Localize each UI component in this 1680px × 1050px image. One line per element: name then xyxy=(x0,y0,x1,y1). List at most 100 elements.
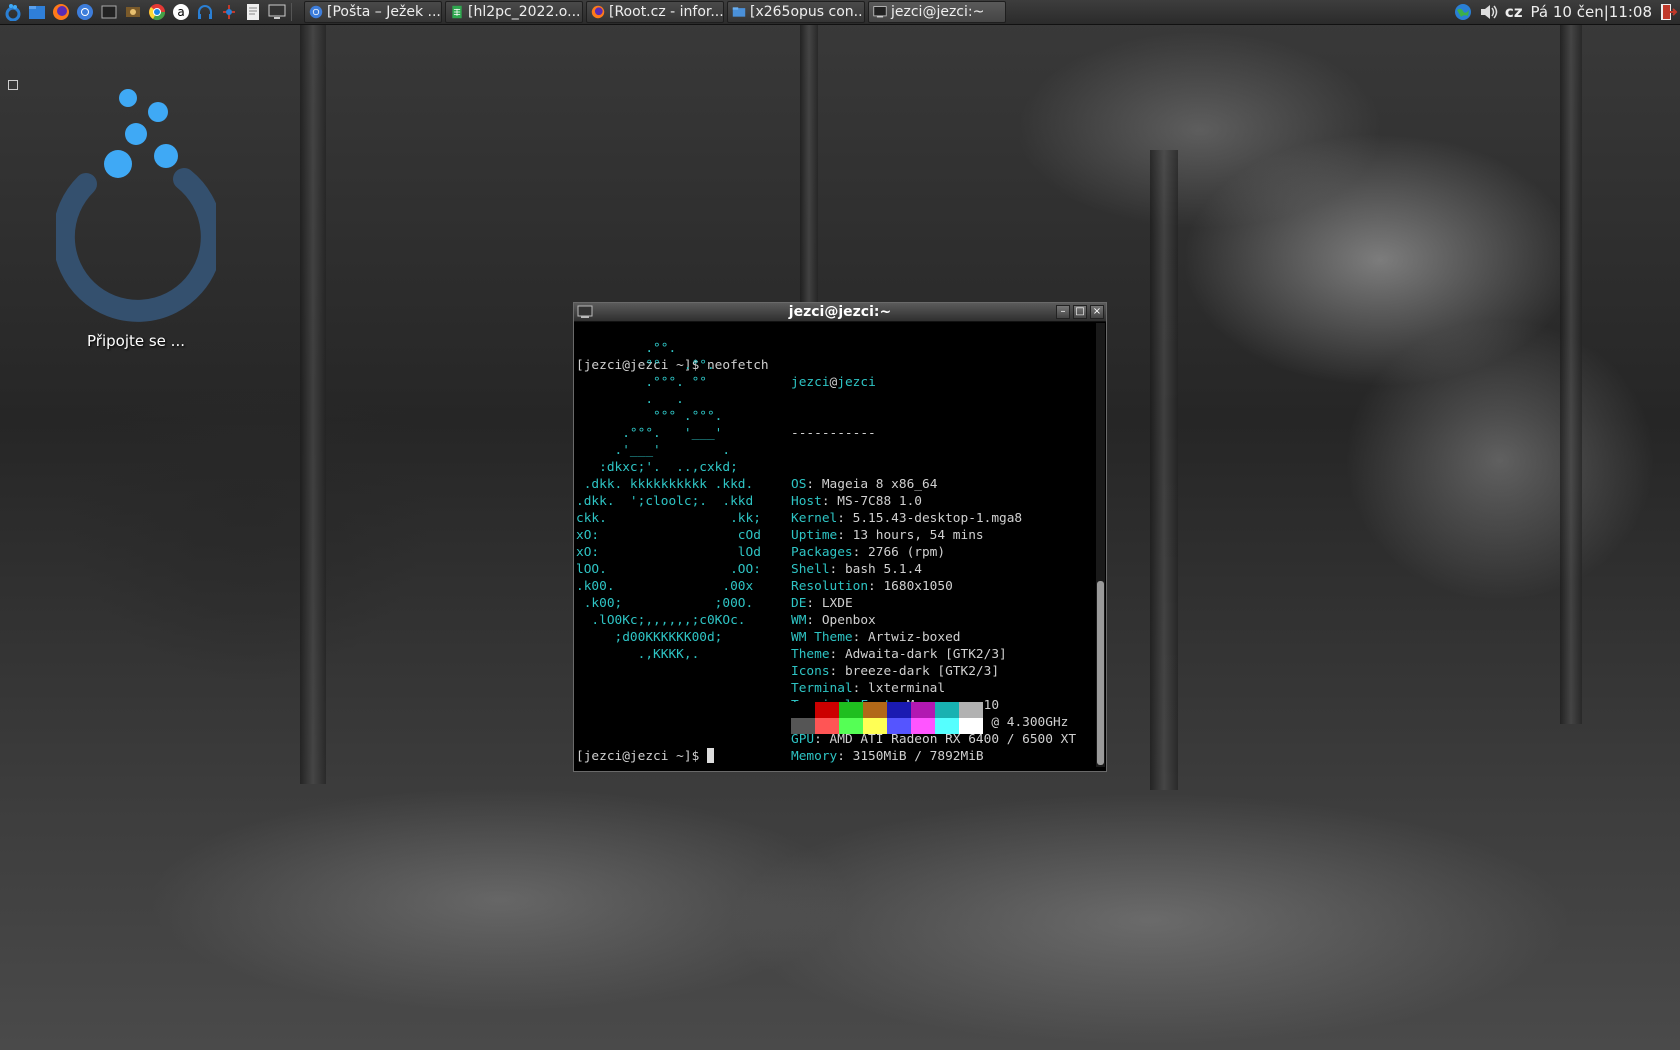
color-swatch xyxy=(791,718,815,734)
color-palette xyxy=(791,702,983,734)
info-value: : 5.15.43-desktop-1.mga8 xyxy=(837,511,1023,526)
ascii-logo-line: . . xyxy=(576,392,684,407)
scrollbar[interactable] xyxy=(1096,323,1105,767)
info-key: Kernel xyxy=(791,511,838,526)
svg-text:a: a xyxy=(177,5,184,19)
tree-trunk xyxy=(300,24,326,784)
text-editor-icon xyxy=(247,4,259,20)
info-value: : breeze-dark [GTK2/3] xyxy=(829,664,1000,679)
info-row: Shell: bash 5.1.4 xyxy=(791,561,1076,578)
distro-ascii-logo: .°°. °° .°°. .°°°. °° . . °°° .°°°. .°°°… xyxy=(576,340,761,663)
ascii-logo-line: xO: lOd xyxy=(576,545,761,560)
amazon-launcher[interactable]: a xyxy=(170,1,192,23)
headphones-icon xyxy=(198,5,212,19)
info-value: : Openbox xyxy=(806,613,876,628)
ascii-logo-line: °° .°°. xyxy=(576,358,715,373)
close-button[interactable]: × xyxy=(1090,305,1104,319)
tree-trunk xyxy=(1560,24,1582,724)
mageia-menu-launcher[interactable] xyxy=(2,1,24,23)
terminal-output[interactable]: [jezci@jezci ~]$ neofetch .°°. °° .°°. .… xyxy=(576,323,1094,767)
ascii-logo-line: .°°°. °° xyxy=(576,375,707,390)
taskbar-button-label: [Pošta – Ježek ... xyxy=(327,4,441,20)
taskbar-button[interactable]: jezci@jezci:~ xyxy=(868,1,1006,23)
info-row: Memory: 3150MiB / 7892MiB xyxy=(791,748,1076,765)
taskbar-button[interactable]: [Pošta – Ježek ... xyxy=(304,1,442,23)
folder-icon xyxy=(732,7,746,17)
files-launcher[interactable] xyxy=(26,1,48,23)
info-row: Host: MS-7C88 1.0 xyxy=(791,493,1076,510)
tree-trunk xyxy=(1150,150,1178,790)
info-key: Resolution xyxy=(791,579,869,594)
color-swatch xyxy=(863,702,887,718)
network-tool-icon xyxy=(223,5,235,19)
prompt: [jezci@jezci ~]$ xyxy=(576,749,707,764)
color-swatch xyxy=(863,718,887,734)
network-tool-launcher[interactable] xyxy=(218,1,240,23)
info-value: : lxterminal xyxy=(852,681,946,696)
volume-icon[interactable] xyxy=(1479,3,1499,21)
monitor-launcher[interactable] xyxy=(266,1,288,23)
maximize-button[interactable]: □ xyxy=(1073,305,1087,319)
color-swatch xyxy=(959,718,983,734)
firefox-icon xyxy=(591,5,605,19)
info-key: Shell xyxy=(791,562,830,577)
ascii-logo-line: .k00. .00x xyxy=(576,579,754,594)
logout-icon[interactable] xyxy=(1658,2,1678,22)
game-launcher[interactable] xyxy=(122,1,144,23)
info-key: Icons xyxy=(791,664,830,679)
window-title: jezci@jezci:~ xyxy=(788,304,892,320)
color-swatch xyxy=(935,702,959,718)
desktop-icon-connect[interactable]: Připojte se ... xyxy=(52,84,223,350)
info-value: : LXDE xyxy=(806,596,853,611)
color-swatch xyxy=(815,702,839,718)
user-host-line: jezci@jezci xyxy=(791,374,1076,391)
chromium-icon xyxy=(309,5,323,19)
taskbar-button-label: jezci@jezci:~ xyxy=(891,4,985,20)
info-row: Terminal: lxterminal xyxy=(791,680,1076,697)
prompt-line[interactable]: [jezci@jezci ~]$ xyxy=(576,748,714,765)
ascii-logo-line: .lO0Kc;,,,,,,;c0KOc. xyxy=(576,613,746,628)
network-globe-icon[interactable] xyxy=(1453,2,1473,22)
taskbar-button-label: [hl2pc_2022.o... xyxy=(468,4,581,20)
keyboard-layout[interactable]: cz xyxy=(1505,3,1523,21)
game-icon xyxy=(126,7,140,17)
headphones-launcher[interactable] xyxy=(194,1,216,23)
info-row: OS: Mageia 8 x86_64 xyxy=(791,476,1076,493)
color-swatch xyxy=(815,718,839,734)
color-swatch xyxy=(959,702,983,718)
info-row: Resolution: 1680x1050 xyxy=(791,578,1076,595)
text-cursor xyxy=(706,748,714,763)
info-key: Packages xyxy=(791,545,853,560)
taskbar-button-label: [Root.cz - infor... xyxy=(609,4,724,20)
text-editor-launcher[interactable] xyxy=(242,1,264,23)
window-titlebar[interactable]: jezci@jezci:~ – □ × xyxy=(574,303,1106,322)
clock[interactable]: Pá 10 čen|11:08 xyxy=(1531,3,1652,21)
chrome-launcher[interactable] xyxy=(146,1,168,23)
system-tray: cz Pá 10 čen|11:08 xyxy=(1447,0,1680,24)
scrollbar-thumb[interactable] xyxy=(1097,581,1104,765)
minimize-button[interactable]: – xyxy=(1056,305,1070,319)
taskbar-button[interactable]: [hl2pc_2022.o... xyxy=(445,1,583,23)
info-value: : Artwiz-boxed xyxy=(852,630,961,645)
taskbar-button[interactable]: [Root.cz - infor... xyxy=(586,1,724,23)
firefox-launcher[interactable] xyxy=(50,1,72,23)
info-value: : 3150MiB / 7892MiB xyxy=(837,749,984,764)
mageia-bubble-icon xyxy=(52,89,223,322)
info-value: : 13 hours, 54 mins xyxy=(837,528,984,543)
host-name: jezci xyxy=(837,375,876,390)
info-row: DE: LXDE xyxy=(791,595,1076,612)
spreadsheet-icon xyxy=(452,5,462,19)
mageia-menu-icon xyxy=(5,4,21,21)
terminal-window[interactable]: jezci@jezci:~ – □ × [jezci@jezci ~]$ neo… xyxy=(573,302,1107,772)
desktop-pager-icon[interactable] xyxy=(8,80,18,90)
info-row: Icons: breeze-dark [GTK2/3] xyxy=(791,663,1076,680)
info-value: : bash 5.1.4 xyxy=(829,562,922,577)
info-key: Host xyxy=(791,494,822,509)
info-value: : AMD ATI Radeon RX 6400 / 6500 XT xyxy=(814,732,1077,747)
taskbar-button[interactable]: [x265opus con... xyxy=(727,1,865,23)
chromium-launcher[interactable] xyxy=(74,1,96,23)
info-key: WM xyxy=(791,613,807,628)
ascii-logo-line: ;d00KKKKKK00d; xyxy=(576,630,723,645)
info-key: Terminal xyxy=(791,681,853,696)
terminal-small-launcher[interactable] xyxy=(98,1,120,23)
